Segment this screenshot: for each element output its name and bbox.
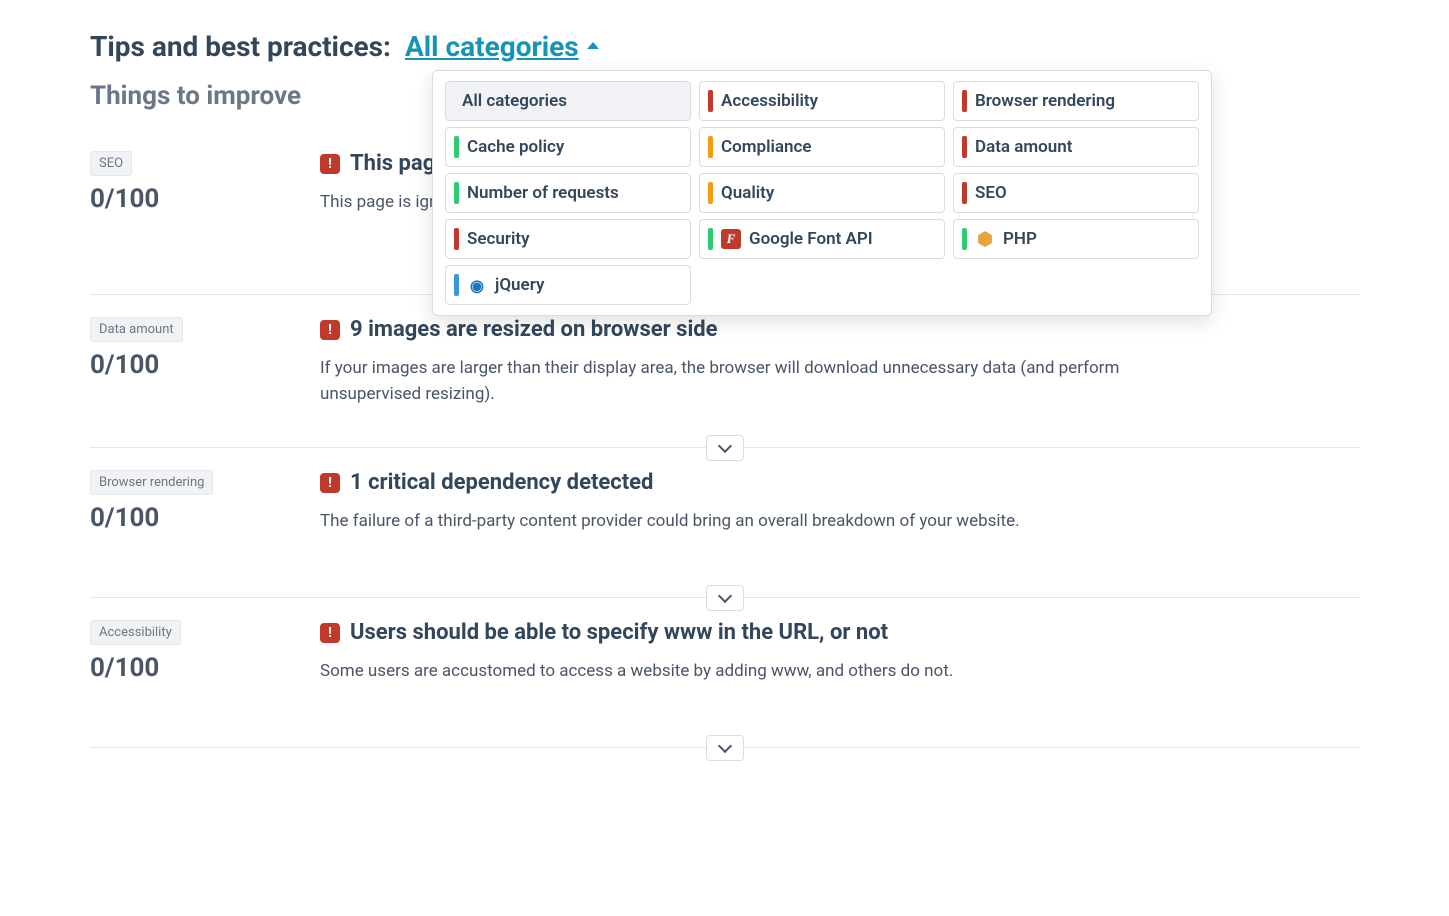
- filter-label: Data amount: [975, 137, 1072, 157]
- filter-google-font-api[interactable]: F Google Font API: [699, 219, 945, 259]
- alert-icon: !: [320, 320, 340, 340]
- category-tag: SEO: [90, 151, 132, 176]
- category-tag: Data amount: [90, 317, 183, 342]
- category-tag: Browser rendering: [90, 470, 213, 495]
- color-stripe: [962, 182, 967, 204]
- issue-score: 0/100: [90, 184, 320, 214]
- issue-score: 0/100: [90, 653, 320, 683]
- expand-toggle[interactable]: [706, 435, 744, 461]
- jquery-icon: ◉: [467, 275, 487, 295]
- issue-row: Data amount 0/100! 9 images are resized on…: [90, 295, 1359, 448]
- google-font-icon: F: [721, 229, 741, 249]
- color-stripe: [962, 136, 967, 158]
- filter-data-amount[interactable]: Data amount: [953, 127, 1199, 167]
- alert-icon: !: [320, 154, 340, 174]
- php-icon: ⬢: [975, 229, 995, 249]
- category-dropdown-trigger[interactable]: All categories: [405, 30, 599, 63]
- filter-label: All categories: [462, 91, 567, 111]
- issue-title: 1 critical dependency detected: [350, 470, 653, 495]
- filter-number-of-requests[interactable]: Number of requests: [445, 173, 691, 213]
- filter-seo[interactable]: SEO: [953, 173, 1199, 213]
- expand-toggle[interactable]: [706, 585, 744, 611]
- issue-score: 0/100: [90, 350, 320, 380]
- alert-icon: !: [320, 473, 340, 493]
- issue-row: Browser rendering 0/100! 1 critical depend…: [90, 448, 1359, 598]
- color-stripe: [454, 136, 459, 158]
- color-stripe: [708, 90, 713, 112]
- filter-php[interactable]: ⬢ PHP: [953, 219, 1199, 259]
- color-stripe: [962, 90, 967, 112]
- filter-label: SEO: [975, 183, 1007, 203]
- filter-accessibility[interactable]: Accessibility: [699, 81, 945, 121]
- filter-label: Accessibility: [721, 91, 818, 111]
- issue-title: This pag: [350, 151, 435, 176]
- dropdown-label: All categories: [405, 30, 579, 63]
- chevron-down-icon: [717, 439, 731, 453]
- alert-icon: !: [320, 623, 340, 643]
- issue-score: 0/100: [90, 503, 320, 533]
- issue-description: Some users are accustomed to access a we…: [320, 659, 1200, 685]
- filter-cache-policy[interactable]: Cache policy: [445, 127, 691, 167]
- color-stripe: [708, 136, 713, 158]
- color-stripe: [962, 228, 967, 250]
- filter-label: Quality: [721, 183, 774, 203]
- filter-jquery[interactable]: ◉ jQuery: [445, 265, 691, 305]
- filter-label: PHP: [1003, 229, 1037, 249]
- color-stripe: [708, 182, 713, 204]
- issue-title: Users should be able to specify www in t…: [350, 620, 888, 645]
- filter-label: Google Font API: [749, 229, 873, 249]
- caret-up-icon: [587, 42, 599, 49]
- issue-description: The failure of a third-party content pro…: [320, 509, 1200, 535]
- chevron-down-icon: [717, 589, 731, 603]
- filter-label: Browser rendering: [975, 91, 1115, 111]
- filter-security[interactable]: Security: [445, 219, 691, 259]
- color-stripe: [454, 228, 459, 250]
- filter-label: Cache policy: [467, 137, 564, 157]
- filter-label: Security: [467, 229, 530, 249]
- category-tag: Accessibility: [90, 620, 181, 645]
- filter-label: Number of requests: [467, 183, 619, 203]
- filter-browser-rendering[interactable]: Browser rendering: [953, 81, 1199, 121]
- filter-label: Compliance: [721, 137, 812, 157]
- chevron-down-icon: [717, 739, 731, 753]
- expand-toggle[interactable]: [706, 735, 744, 761]
- issue-row: Accessibility 0/100! Users should be able …: [90, 598, 1359, 748]
- color-stripe: [454, 182, 459, 204]
- issue-title: 9 images are resized on browser side: [350, 317, 718, 342]
- color-stripe: [708, 228, 713, 250]
- filter-label: jQuery: [495, 275, 544, 295]
- category-dropdown-panel: All categories Accessibility Browser rende…: [432, 70, 1212, 316]
- color-stripe: [454, 274, 459, 296]
- filter-all-categories[interactable]: All categories: [445, 81, 691, 121]
- issue-description: If your images are larger than their dis…: [320, 356, 1200, 407]
- filter-compliance[interactable]: Compliance: [699, 127, 945, 167]
- page-title: Tips and best practices:: [90, 30, 391, 63]
- filter-quality[interactable]: Quality: [699, 173, 945, 213]
